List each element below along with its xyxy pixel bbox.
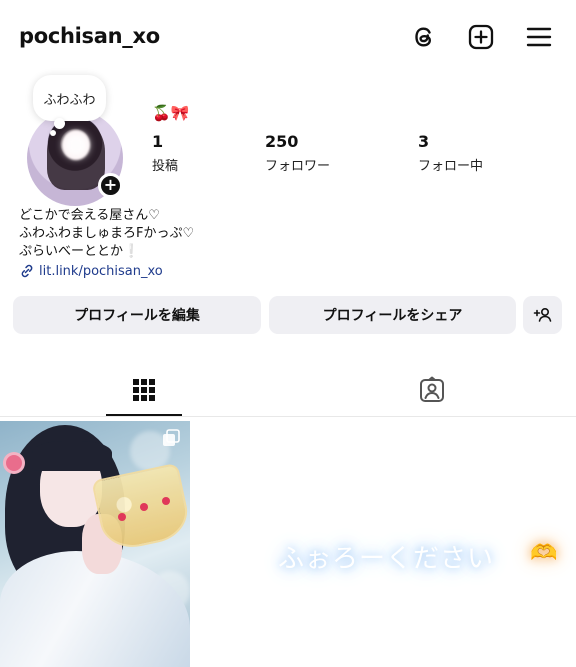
stat-following-count: 3 — [418, 132, 430, 151]
stat-followers[interactable]: 250 フォロワー — [265, 132, 330, 174]
link-icon — [21, 264, 33, 278]
stat-following[interactable]: 3 フォロー中 — [418, 132, 483, 174]
share-profile-button[interactable]: プロフィールをシェア — [269, 296, 516, 334]
profile-header: pochisan_xo — [0, 0, 576, 76]
note-bubble[interactable]: ふわふわ — [33, 75, 106, 121]
note-text: ふわふわ — [43, 92, 96, 108]
discover-people-button[interactable] — [523, 296, 562, 334]
crown-gem — [162, 497, 170, 505]
avatar-blur — [63, 132, 89, 158]
tab-tagged[interactable] — [412, 370, 452, 410]
hair-flower — [6, 455, 22, 471]
bio-line: ふわふわましゅまろFかっぷ♡ — [19, 226, 195, 241]
threads-icon[interactable] — [409, 22, 439, 52]
stat-posts-label: 投稿 — [152, 159, 179, 174]
stat-followers-label: フォロワー — [265, 159, 331, 174]
crown-gem — [140, 503, 148, 511]
note-tail-small — [50, 130, 56, 136]
bio-line: ぷらいべーととか❕ — [19, 244, 140, 259]
stat-followers-count: 250 — [265, 132, 299, 151]
crown-gem — [118, 513, 126, 521]
stat-posts[interactable]: 1 投稿 — [152, 132, 178, 174]
multi-image-icon — [163, 429, 180, 446]
tab-divider — [0, 416, 576, 417]
menu-icon[interactable] — [524, 22, 554, 52]
tab-grid[interactable] — [124, 370, 164, 410]
bio-link[interactable]: lit.link/pochisan_xo — [19, 263, 163, 279]
tagged-icon — [420, 376, 444, 402]
grid-post[interactable] — [0, 421, 190, 667]
bio-link-text[interactable]: lit.link/pochisan_xo — [39, 264, 163, 279]
bio-line: どこかで会える屋さん♡ — [19, 208, 160, 223]
overlay-text: ふぉろーください — [278, 544, 495, 574]
profile-bio: どこかで会える屋さん♡ ふわふわましゅまろFかっぷ♡ ぷらいべーととか❕ — [19, 207, 194, 261]
post-bangs — [32, 441, 112, 471]
profile-avatar[interactable]: + — [27, 110, 123, 206]
stat-following-label: フォロー中 — [418, 159, 484, 174]
note-tail — [54, 118, 65, 129]
add-post-icon[interactable] — [466, 22, 496, 52]
grid-icon — [133, 379, 155, 401]
hand-heart-icon: 🫶 — [530, 541, 558, 566]
profile-emoji: 🍒🎀 — [152, 104, 190, 122]
username[interactable]: pochisan_xo — [19, 24, 160, 48]
edit-profile-button[interactable]: プロフィールを編集 — [13, 296, 261, 334]
add-story-icon[interactable]: + — [98, 173, 123, 198]
add-person-icon — [533, 307, 551, 322]
stat-posts-count: 1 — [152, 132, 164, 151]
